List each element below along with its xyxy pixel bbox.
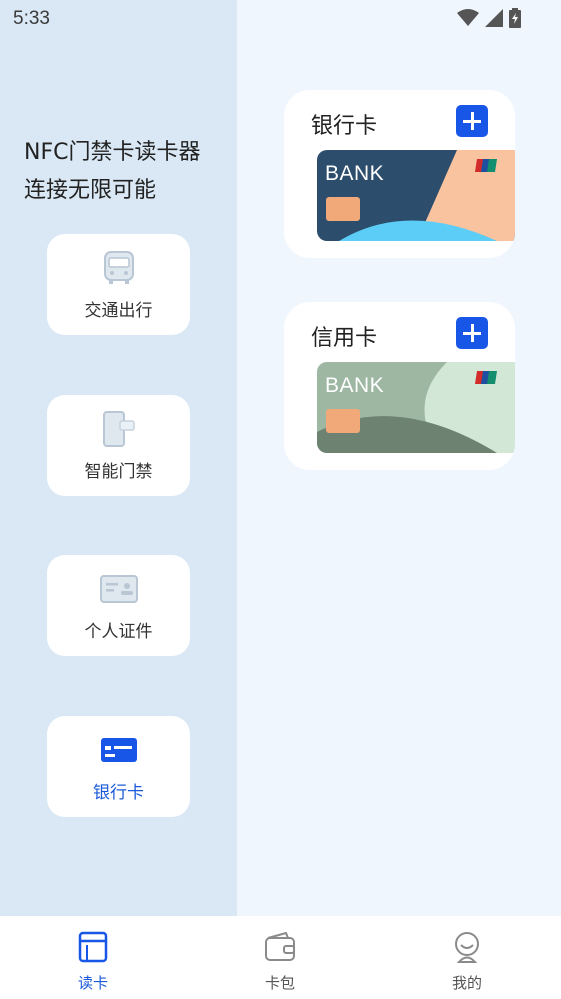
read-card-icon bbox=[78, 930, 108, 964]
tab-label-wallet: 卡包 bbox=[264, 974, 295, 992]
intro-line-2: 连接无限可能 bbox=[24, 178, 157, 203]
chip-icon bbox=[326, 409, 360, 433]
tab-label-read-card: 读卡 bbox=[77, 974, 108, 992]
id-card-icon bbox=[99, 569, 138, 609]
door-access-icon bbox=[102, 409, 136, 449]
card-group-title-credit: 信用卡 bbox=[311, 326, 378, 351]
bank-card-icon bbox=[100, 730, 138, 770]
battery-icon bbox=[509, 8, 521, 28]
bus-icon bbox=[103, 248, 135, 288]
credit-card-brand-text: BANK bbox=[325, 374, 385, 397]
add-bank-card-button[interactable] bbox=[456, 105, 488, 137]
wallet-icon bbox=[264, 930, 296, 964]
nav-card-transport[interactable]: 交通出行 bbox=[47, 234, 190, 335]
intro-line-1: NFC门禁卡读卡器 bbox=[24, 140, 201, 165]
status-icons bbox=[457, 8, 521, 28]
tab-read-card[interactable]: 读卡 bbox=[33, 916, 153, 999]
bottom-tab-bar: 读卡 卡包 我的 bbox=[0, 916, 561, 999]
card-group-credit[interactable]: 信用卡 BANK bbox=[284, 302, 515, 470]
wifi-icon bbox=[457, 9, 479, 26]
tab-label-profile: 我的 bbox=[451, 974, 482, 992]
status-bar: 5:33 bbox=[0, 0, 561, 38]
status-time: 5:33 bbox=[13, 8, 50, 29]
bank-card-brand-text: BANK bbox=[325, 162, 385, 185]
card-group-title-bank: 银行卡 bbox=[311, 114, 378, 139]
tab-wallet[interactable]: 卡包 bbox=[220, 916, 340, 999]
nav-card-id[interactable]: 个人证件 bbox=[47, 555, 190, 656]
nav-label-bank: 银行卡 bbox=[93, 783, 144, 803]
unionpay-logo bbox=[475, 371, 497, 384]
profile-icon bbox=[452, 930, 482, 964]
chip-icon bbox=[326, 197, 360, 221]
card-group-bank[interactable]: 银行卡 BANK bbox=[284, 90, 515, 258]
credit-card-preview[interactable]: BANK bbox=[317, 362, 515, 453]
nav-label-transport: 交通出行 bbox=[84, 301, 153, 321]
intro-text: NFC门禁卡读卡器 连接无限可能 bbox=[24, 134, 200, 210]
tab-profile[interactable]: 我的 bbox=[407, 916, 527, 999]
add-credit-card-button[interactable] bbox=[456, 317, 488, 349]
bank-card-preview[interactable]: BANK bbox=[317, 150, 515, 241]
nav-card-door-access[interactable]: 智能门禁 bbox=[47, 395, 190, 496]
unionpay-logo bbox=[475, 159, 497, 172]
nav-label-door-access: 智能门禁 bbox=[84, 462, 153, 482]
nav-label-id: 个人证件 bbox=[84, 622, 153, 642]
signal-icon bbox=[485, 9, 503, 27]
nav-card-bank[interactable]: 银行卡 bbox=[47, 716, 190, 817]
